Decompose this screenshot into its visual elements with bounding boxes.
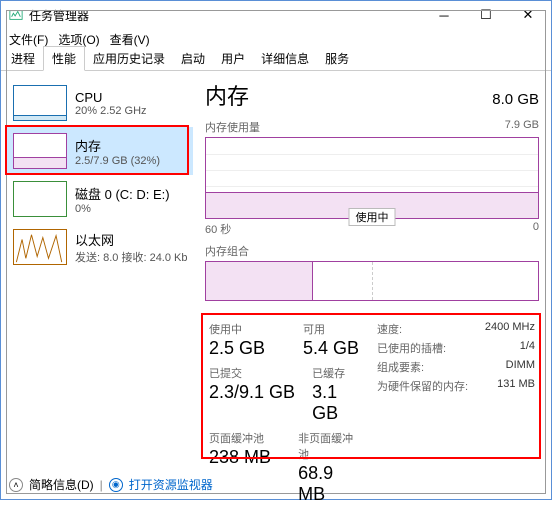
disk-sub: 0% bbox=[75, 203, 170, 215]
axis-left: 60 秒 bbox=[205, 221, 231, 237]
sidebar: CPU 20% 2.52 GHz 内存 2.5/7.9 GB (32%) 磁盘 … bbox=[7, 73, 193, 469]
cpu-sub: 20% 2.52 GHz bbox=[75, 105, 147, 117]
tab-performance[interactable]: 性能 bbox=[43, 46, 85, 71]
in-use-label: 使用中 bbox=[209, 321, 287, 337]
available-label: 可用 bbox=[303, 321, 359, 337]
paged-label: 页面缓冲池 bbox=[209, 430, 282, 446]
disk-title: 磁盘 0 (C: D: E:) bbox=[75, 184, 170, 203]
brief-info-link[interactable]: 简略信息(D) bbox=[29, 476, 94, 493]
in-use-value: 2.5 GB bbox=[209, 338, 287, 359]
axis-right: 0 bbox=[533, 221, 539, 237]
page-title: 内存 bbox=[205, 79, 249, 111]
paged-value: 238 MB bbox=[209, 447, 282, 468]
chevron-up-icon[interactable]: ˄ bbox=[9, 478, 23, 492]
memory-composition-chart bbox=[205, 261, 539, 301]
usage-label: 内存使用量 bbox=[205, 119, 260, 135]
sidebar-item-disk[interactable]: 磁盘 0 (C: D: E:) 0% bbox=[7, 175, 193, 223]
mem-sub: 2.5/7.9 GB (32%) bbox=[75, 155, 160, 167]
nonpaged-label: 非页面缓冲池 bbox=[298, 430, 361, 462]
cpu-title: CPU bbox=[75, 90, 147, 105]
mem-title: 内存 bbox=[75, 136, 160, 155]
cached-label: 已缓存 bbox=[312, 365, 361, 381]
net-sub: 发送: 8.0 接收: 24.0 Kb bbox=[75, 249, 188, 265]
usage-badge: 使用中 bbox=[349, 208, 396, 226]
stats-panel: 使用中 2.5 GB 可用 5.4 GB 已提交 2.3/9.1 G bbox=[205, 315, 539, 517]
meta-info: 速度:2400 MHz 已使用的插槽:1/4 组成要素:DIMM 为硬件保留的内… bbox=[377, 321, 535, 511]
main-panel: 内存 8.0 GB 内存使用量 7.9 GB 使用中 60 秒 0 bbox=[193, 73, 545, 469]
total-memory: 8.0 GB bbox=[492, 91, 539, 108]
resource-monitor-link[interactable]: 打开资源监视器 bbox=[129, 476, 213, 493]
sidebar-item-net[interactable]: 以太网 发送: 8.0 接收: 24.0 Kb bbox=[7, 223, 193, 271]
nonpaged-value: 68.9 MB bbox=[298, 463, 361, 505]
sidebar-item-cpu[interactable]: CPU 20% 2.52 GHz bbox=[7, 79, 193, 127]
monitor-icon: ◉ bbox=[109, 478, 123, 492]
mem-thumb bbox=[13, 133, 67, 169]
usage-max: 7.9 GB bbox=[505, 119, 539, 135]
net-title: 以太网 bbox=[75, 230, 188, 249]
committed-label: 已提交 bbox=[209, 365, 296, 381]
composition-label: 内存组合 bbox=[205, 243, 249, 259]
net-thumb bbox=[13, 229, 67, 265]
memory-usage-chart: 使用中 bbox=[205, 137, 539, 219]
committed-value: 2.3/9.1 GB bbox=[209, 382, 296, 403]
footer: ˄ 简略信息(D) | ◉ 打开资源监视器 bbox=[9, 476, 213, 493]
cpu-thumb bbox=[13, 85, 67, 121]
cached-value: 3.1 GB bbox=[312, 382, 361, 424]
disk-thumb bbox=[13, 181, 67, 217]
available-value: 5.4 GB bbox=[303, 338, 359, 359]
sidebar-item-memory[interactable]: 内存 2.5/7.9 GB (32%) bbox=[7, 127, 193, 175]
